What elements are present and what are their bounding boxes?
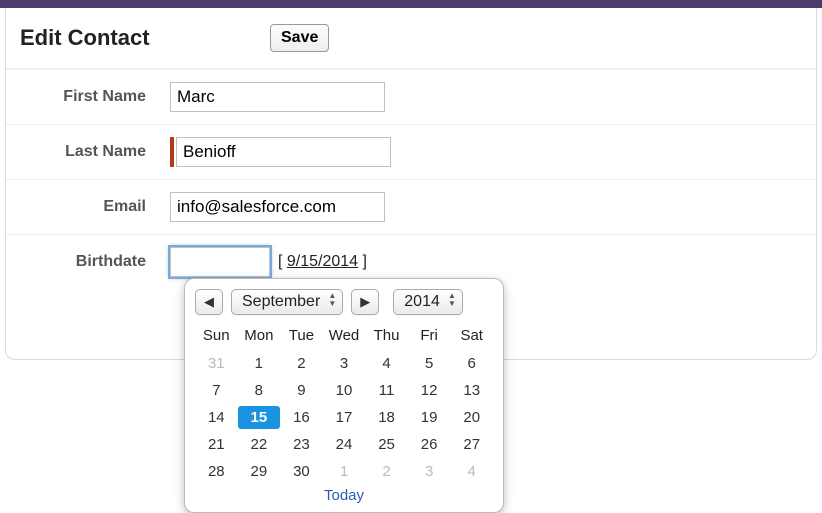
day-cell-other-month[interactable]: 1	[323, 460, 366, 483]
day-cell[interactable]: 18	[365, 406, 408, 429]
day-cell[interactable]: 22	[238, 433, 281, 456]
day-cell[interactable]: 14	[195, 406, 238, 429]
day-cell[interactable]: 1	[238, 352, 281, 375]
label-email: Email	[20, 198, 170, 216]
panel-header: Edit Contact Save	[6, 8, 816, 69]
last-name-input[interactable]	[176, 137, 391, 167]
day-cell[interactable]: 5	[408, 352, 451, 375]
birthdate-input[interactable]	[170, 247, 270, 277]
label-birthdate: Birthdate	[20, 253, 170, 271]
day-cell[interactable]: 17	[323, 406, 366, 429]
label-first-name: First Name	[20, 88, 170, 106]
birthdate-helper: [ 9/15/2014 ]	[278, 253, 367, 271]
chevron-left-icon: ◀	[204, 294, 214, 310]
day-cell[interactable]: 23	[280, 433, 323, 456]
day-cell[interactable]: 28	[195, 460, 238, 483]
dow-header: Sat	[450, 323, 493, 348]
day-cell[interactable]: 25	[365, 433, 408, 456]
day-cell[interactable]: 12	[408, 379, 451, 402]
day-cell[interactable]: 4	[365, 352, 408, 375]
month-select[interactable]: September ▲▼	[231, 289, 343, 315]
day-cell[interactable]: 6	[450, 352, 493, 375]
day-cell[interactable]: 20	[450, 406, 493, 429]
save-button[interactable]: Save	[270, 24, 329, 52]
day-cell[interactable]: 2	[280, 352, 323, 375]
dow-header: Thu	[365, 323, 408, 348]
dow-header: Tue	[280, 323, 323, 348]
day-cell-other-month[interactable]: 4	[450, 460, 493, 483]
birthdate-helper-link[interactable]: 9/15/2014	[287, 253, 358, 270]
chevron-right-icon: ▶	[360, 294, 370, 310]
today-link[interactable]: Today	[195, 487, 493, 504]
label-last-name: Last Name	[20, 143, 170, 161]
email-input[interactable]	[170, 192, 385, 222]
row-email: Email	[6, 179, 816, 234]
day-cell[interactable]: 7	[195, 379, 238, 402]
datepicker-popup: ◀ September ▲▼ ▶ 2014 ▲▼ SunMonTueWedThu…	[184, 278, 504, 513]
app-top-bar	[0, 0, 822, 8]
day-cell[interactable]: 26	[408, 433, 451, 456]
day-cell[interactable]: 16	[280, 406, 323, 429]
day-cell[interactable]: 10	[323, 379, 366, 402]
dow-header: Wed	[323, 323, 366, 348]
day-cell-other-month[interactable]: 3	[408, 460, 451, 483]
dow-header: Mon	[238, 323, 281, 348]
day-cell[interactable]: 13	[450, 379, 493, 402]
day-cell-selected[interactable]: 15	[238, 406, 281, 429]
day-cell[interactable]: 19	[408, 406, 451, 429]
year-select-label: 2014	[404, 293, 440, 311]
day-cell[interactable]: 29	[238, 460, 281, 483]
year-select[interactable]: 2014 ▲▼	[393, 289, 463, 315]
day-cell[interactable]: 21	[195, 433, 238, 456]
next-month-button[interactable]: ▶	[351, 289, 379, 315]
row-last-name: Last Name	[6, 124, 816, 179]
day-cell-other-month[interactable]: 31	[195, 352, 238, 375]
dow-header: Sun	[195, 323, 238, 348]
day-cell[interactable]: 8	[238, 379, 281, 402]
prev-month-button[interactable]: ◀	[195, 289, 223, 315]
row-first-name: First Name	[6, 69, 816, 124]
day-cell[interactable]: 11	[365, 379, 408, 402]
required-indicator-icon	[170, 137, 174, 167]
day-cell[interactable]: 27	[450, 433, 493, 456]
datepicker-header: ◀ September ▲▼ ▶ 2014 ▲▼	[195, 289, 493, 315]
dow-header: Fri	[408, 323, 451, 348]
spin-arrows-icon: ▲▼	[448, 292, 456, 308]
day-cell[interactable]: 9	[280, 379, 323, 402]
day-cell[interactable]: 24	[323, 433, 366, 456]
first-name-input[interactable]	[170, 82, 385, 112]
spin-arrows-icon: ▲▼	[328, 292, 336, 308]
day-cell[interactable]: 3	[323, 352, 366, 375]
day-cell-other-month[interactable]: 2	[365, 460, 408, 483]
page-title: Edit Contact	[20, 25, 270, 51]
month-select-label: September	[242, 293, 320, 311]
datepicker-grid: SunMonTueWedThuFriSat3112345678910111213…	[195, 323, 493, 483]
day-cell[interactable]: 30	[280, 460, 323, 483]
